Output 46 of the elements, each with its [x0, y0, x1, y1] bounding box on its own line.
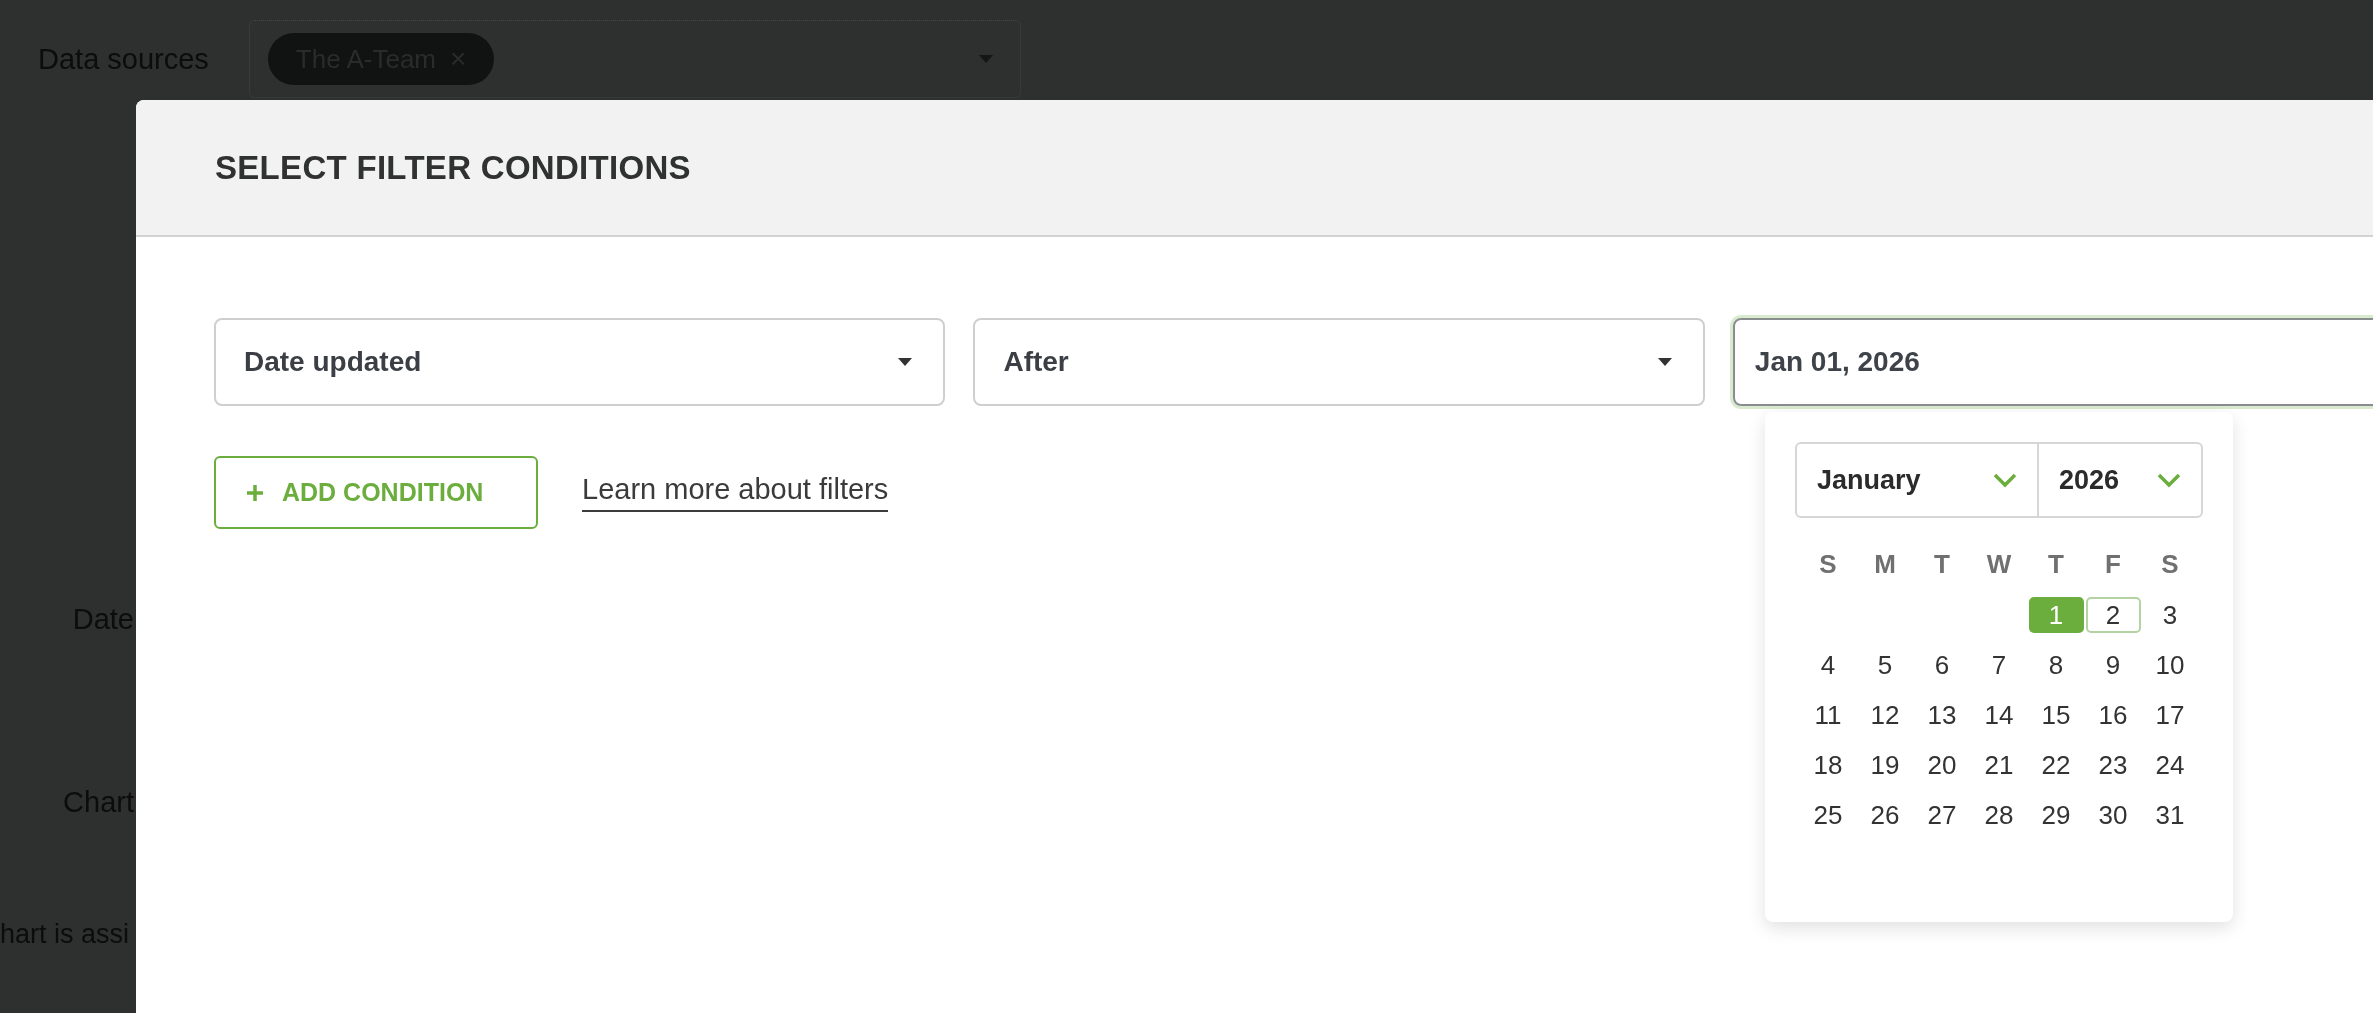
calendar-day[interactable]: 6 — [1914, 647, 1970, 683]
weekday-label: T — [2047, 547, 2065, 581]
calendar-day[interactable]: 29 — [2028, 797, 2084, 833]
calendar-day[interactable]: 10 — [2142, 647, 2198, 683]
calendar-day[interactable]: 7 — [1971, 647, 2027, 683]
calendar-day[interactable]: 26 — [1857, 797, 1913, 833]
calendar-day[interactable]: 22 — [2028, 747, 2084, 783]
calendar-day[interactable]: 24 — [2142, 747, 2198, 783]
calendar-day[interactable]: 25 — [1800, 797, 1856, 833]
calendar-day[interactable]: 11 — [1800, 697, 1856, 733]
weekday-label: S — [2160, 547, 2180, 581]
calendar-day[interactable]: 15 — [2028, 697, 2084, 733]
calendar-day[interactable]: 2 — [2085, 597, 2141, 633]
calendar-day[interactable]: 5 — [1857, 647, 1913, 683]
calendar-day[interactable]: 9 — [2085, 647, 2141, 683]
weekday-label: S — [1818, 547, 1838, 581]
calendar-day[interactable]: 30 — [2085, 797, 2141, 833]
calendar-day[interactable]: 21 — [1971, 747, 2027, 783]
calendar-day[interactable]: 4 — [1800, 647, 1856, 683]
calendar-day[interactable]: 31 — [2142, 797, 2198, 833]
calendar-day[interactable]: 18 — [1800, 747, 1856, 783]
dialog-title: SELECT FILTER CONDITIONS — [215, 148, 691, 187]
date-input[interactable]: Jan 01, 2026 — [1732, 318, 2373, 406]
plus-icon — [246, 483, 264, 502]
weekday-label: T — [1933, 547, 1951, 581]
operator-select[interactable]: After — [973, 318, 1705, 406]
calendar-day[interactable]: 19 — [1857, 747, 1913, 783]
calendar-day[interactable]: 14 — [1971, 697, 2027, 733]
caret-icon — [897, 357, 914, 367]
learn-more-link[interactable]: Learn more about filters — [582, 473, 889, 512]
weekday-label: W — [1985, 547, 2013, 581]
field-select[interactable]: Date updated — [214, 318, 946, 406]
calendar-day[interactable]: 16 — [2085, 697, 2141, 733]
calendar-day[interactable]: 27 — [1914, 797, 1970, 833]
calendar-day[interactable]: 12 — [1857, 697, 1913, 733]
weekday-label: F — [2104, 547, 2122, 581]
calendar-day[interactable]: 8 — [2028, 647, 2084, 683]
calendar-day[interactable]: 28 — [1971, 797, 2027, 833]
dropdown-caret-icon — [977, 54, 994, 64]
calendar-day[interactable]: 23 — [2085, 747, 2141, 783]
calendar-day[interactable]: 20 — [1914, 747, 1970, 783]
caret-icon — [1656, 357, 1673, 367]
weekday-label: M — [1873, 547, 1897, 581]
calendar-day[interactable]: 17 — [2142, 697, 2198, 733]
calendar-day[interactable]: 3 — [2142, 597, 2198, 633]
calendar-day[interactable]: 13 — [1914, 697, 1970, 733]
